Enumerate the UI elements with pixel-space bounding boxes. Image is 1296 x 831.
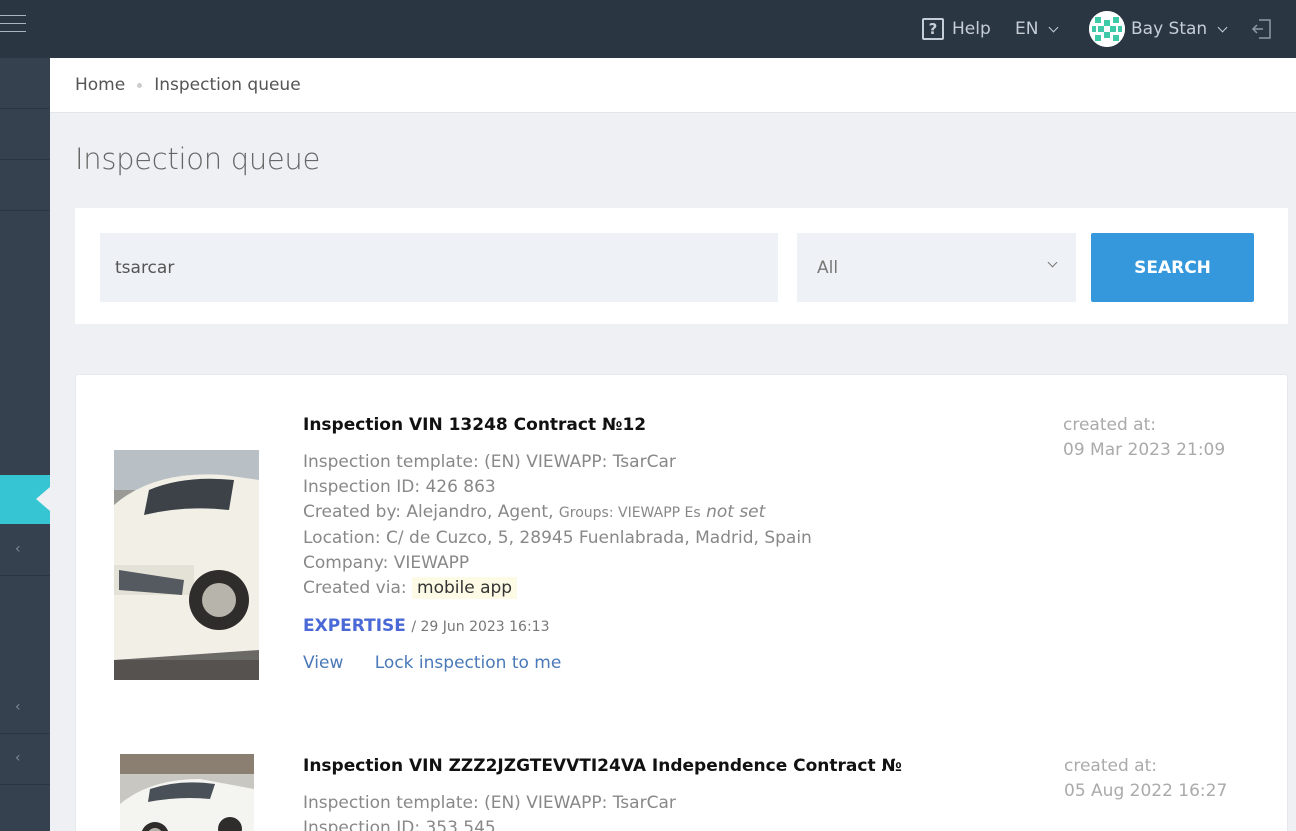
sidebar-item[interactable] (0, 160, 50, 211)
status-line: EXPERTISE / 29 Jun 2023 16:13 (303, 616, 550, 636)
sidebar-item-active[interactable] (0, 475, 50, 524)
inspection-title[interactable]: Inspection VIN 13248 Contract №12 (303, 415, 646, 435)
sidebar-item[interactable] (0, 58, 50, 109)
created-via-label: Created via: (303, 578, 407, 598)
inspection-list: Inspection VIN 13248 Contract №12 Inspec… (75, 374, 1288, 831)
status-badge: EXPERTISE (303, 616, 406, 636)
inspection-id: Inspection ID: 426 863 (303, 477, 496, 497)
search-button[interactable]: SEARCH (1091, 233, 1254, 302)
language-selector[interactable]: EN (1015, 0, 1059, 58)
created-at: created at: 09 Mar 2023 21:09 (1063, 413, 1225, 463)
sidebar-item[interactable]: ‹ (0, 525, 50, 576)
page-title: Inspection queue (75, 142, 321, 176)
breadcrumb-current: Inspection queue (154, 75, 301, 95)
groups-value: not set (706, 502, 766, 522)
created-at-value: 05 Aug 2022 16:27 (1064, 781, 1228, 801)
sidebar-item[interactable] (0, 109, 50, 160)
company: Company: VIEWAPP (303, 553, 470, 573)
car-thumbnail[interactable] (114, 450, 259, 680)
sidebar: ‹ ‹ ‹ (0, 58, 50, 831)
search-input[interactable] (100, 233, 778, 302)
sidebar-item[interactable]: ‹ (0, 683, 50, 734)
created-at-label: created at: (1063, 415, 1156, 435)
breadcrumb: Home Inspection queue (50, 58, 1296, 113)
created-at-value: 09 Mar 2023 21:09 (1063, 440, 1226, 460)
created-at-label: created at: (1064, 756, 1157, 776)
chevron-left-icon: ‹ (15, 699, 21, 715)
help-icon: ? (922, 18, 944, 40)
created-at: created at: 05 Aug 2022 16:27 (1064, 754, 1227, 804)
created-via-badge: mobile app (412, 577, 518, 599)
created-via: Created via: mobile app (303, 576, 812, 601)
help-link[interactable]: ? Help (922, 0, 991, 58)
location: Location: C/ de Cuzco, 5, 28945 Fuenlabr… (303, 528, 812, 548)
help-label: Help (952, 19, 991, 39)
inspection-details: Inspection template: (EN) VIEWAPP: TsarC… (303, 791, 676, 831)
inspection-details: Inspection template: (EN) VIEWAPP: TsarC… (303, 450, 812, 601)
logout-icon[interactable] (1250, 17, 1274, 41)
search-panel: All SEARCH (75, 208, 1288, 324)
top-bar: ? Help EN Bay Stan (0, 0, 1296, 58)
view-link[interactable]: View (303, 653, 343, 673)
created-by: Created by: Alejandro, Agent, Groups: VI… (303, 500, 812, 526)
car-thumbnail[interactable] (120, 754, 254, 831)
groups-text: Groups: VIEWAPP Es (558, 505, 701, 521)
status-date: / 29 Jun 2023 16:13 (411, 619, 550, 635)
filter-select-value: All (817, 257, 839, 278)
breadcrumb-separator (137, 82, 143, 88)
menu-icon[interactable] (0, 15, 26, 35)
action-links: View Lock inspection to me (303, 653, 587, 673)
language-label: EN (1015, 19, 1039, 39)
chevron-left-icon: ‹ (15, 541, 21, 557)
avatar (1089, 11, 1125, 47)
filter-select[interactable]: All (797, 233, 1076, 302)
user-name: Bay Stan (1131, 19, 1208, 39)
inspection-title[interactable]: Inspection VIN ZZZ2JZGTEVVTI24VA Indepen… (303, 756, 902, 776)
created-by-text: Created by: Alejandro, Agent, (303, 502, 554, 522)
breadcrumb-home[interactable]: Home (75, 75, 125, 95)
chevron-left-icon: ‹ (15, 750, 21, 766)
active-indicator (36, 487, 50, 511)
inspection-template: Inspection template: (EN) VIEWAPP: TsarC… (303, 452, 676, 472)
chevron-down-icon (1047, 257, 1058, 268)
inspection-template: Inspection template: (EN) VIEWAPP: TsarC… (303, 793, 676, 813)
inspection-id: Inspection ID: 353 545 (303, 818, 496, 831)
chevron-down-icon (1217, 22, 1228, 32)
chevron-down-icon (1049, 22, 1059, 32)
user-menu[interactable]: Bay Stan (1089, 0, 1228, 58)
lock-inspection-link[interactable]: Lock inspection to me (375, 653, 562, 673)
sidebar-item[interactable]: ‹ (0, 734, 50, 785)
